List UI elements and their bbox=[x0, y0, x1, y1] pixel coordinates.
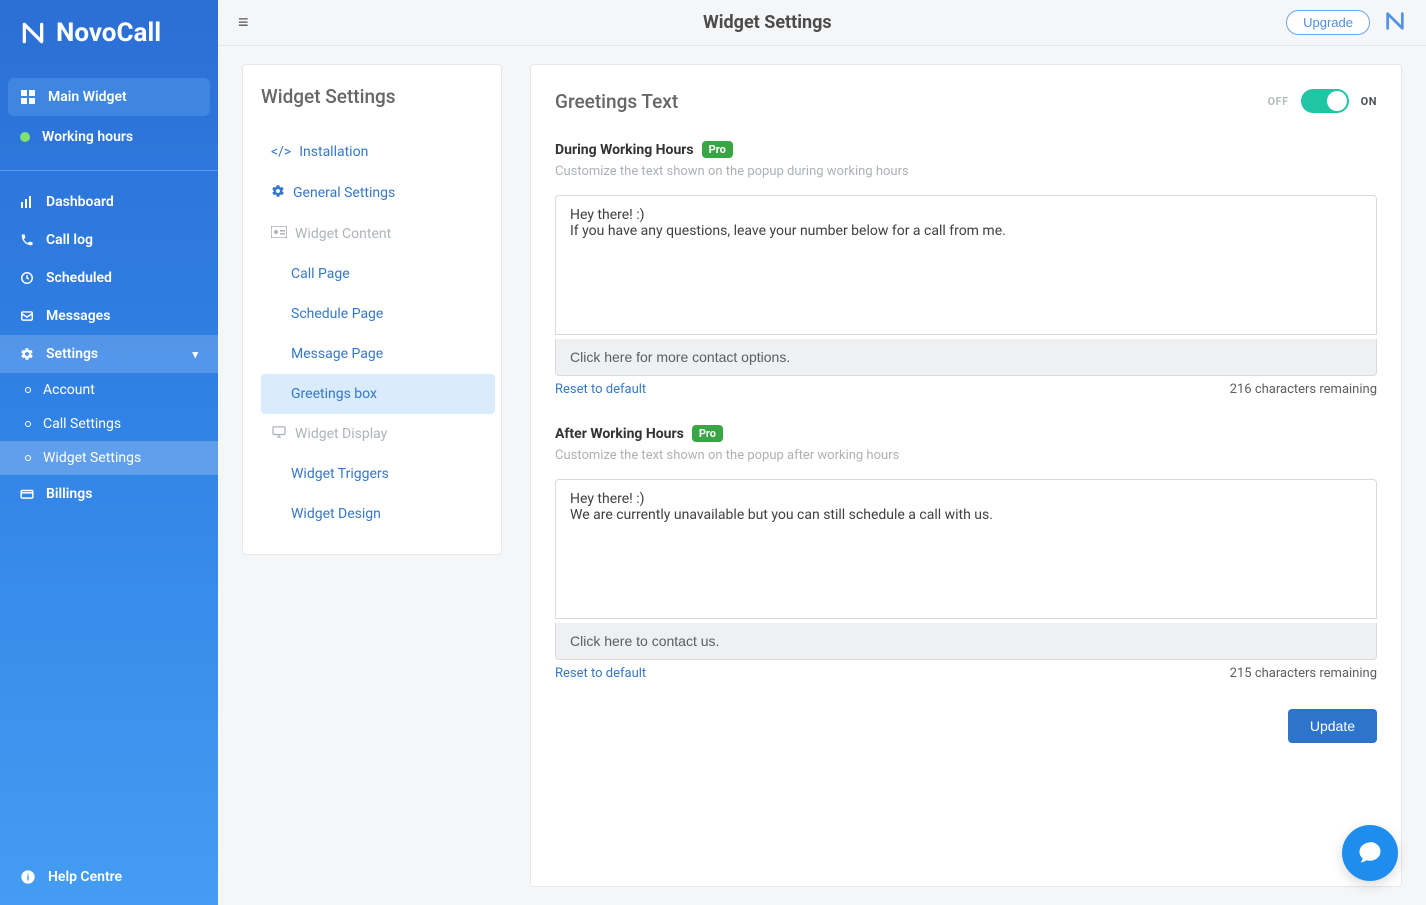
monitor-icon bbox=[271, 426, 287, 442]
ws-nav-label: Widget Content bbox=[295, 226, 391, 242]
ws-nav-design[interactable]: Widget Design bbox=[261, 494, 495, 534]
pro-badge: Pro bbox=[692, 425, 723, 442]
during-contact-input[interactable] bbox=[555, 339, 1377, 376]
ws-nav-display-header: Widget Display bbox=[261, 414, 495, 454]
widget-settings-nav: Widget Settings </> Installation General… bbox=[242, 64, 502, 555]
after-reset-link[interactable]: Reset to default bbox=[555, 666, 646, 681]
after-contact-input[interactable] bbox=[555, 623, 1377, 660]
topbar: ≡ Widget Settings Upgrade bbox=[218, 0, 1426, 46]
brand-logo[interactable]: NovoCall bbox=[0, 0, 218, 70]
novocall-icon[interactable] bbox=[1384, 10, 1406, 36]
ws-nav-greetings-box[interactable]: Greetings box bbox=[261, 374, 495, 414]
during-char-count: 216 characters remaining bbox=[1230, 382, 1377, 397]
sidebar-item-billings[interactable]: Billings bbox=[0, 475, 218, 513]
sidebar-item-dashboard[interactable]: Dashboard bbox=[0, 183, 218, 221]
after-char-count: 215 characters remaining bbox=[1230, 666, 1377, 681]
sidebar-item-label: Call Settings bbox=[43, 416, 121, 432]
novocall-icon bbox=[20, 20, 46, 46]
grid-icon bbox=[20, 90, 36, 104]
brand-name: NovoCall bbox=[56, 18, 161, 48]
sidebar-item-label: Working hours bbox=[42, 129, 133, 145]
during-reset-link[interactable]: Reset to default bbox=[555, 382, 646, 397]
info-icon: i bbox=[20, 869, 36, 885]
circle-icon bbox=[25, 421, 31, 427]
ws-nav-call-page[interactable]: Call Page bbox=[261, 254, 495, 294]
ws-nav-label: General Settings bbox=[293, 185, 395, 201]
toggle-on-label: ON bbox=[1361, 95, 1377, 108]
sidebar-sub-widget-settings[interactable]: Widget Settings bbox=[0, 441, 218, 475]
sidebar-item-working-hours[interactable]: Working hours bbox=[8, 118, 210, 156]
card-icon bbox=[20, 487, 34, 501]
ws-nav-message-page[interactable]: Message Page bbox=[261, 334, 495, 374]
page-title: Widget Settings bbox=[249, 12, 1287, 33]
greetings-toggle[interactable] bbox=[1301, 89, 1349, 113]
sidebar-item-label: Settings bbox=[46, 346, 98, 362]
ws-nav-label: Widget Display bbox=[295, 426, 387, 442]
code-icon: </> bbox=[271, 144, 291, 160]
ws-nav-general[interactable]: General Settings bbox=[261, 172, 495, 214]
sidebar-item-label: Dashboard bbox=[46, 194, 114, 210]
sidebar-item-main-widget[interactable]: Main Widget bbox=[8, 78, 210, 116]
sidebar-item-label: Call log bbox=[46, 232, 93, 248]
id-icon bbox=[271, 226, 287, 242]
sidebar: NovoCall Main Widget Working hours Dashb… bbox=[0, 0, 218, 905]
sidebar-item-label: Help Centre bbox=[48, 869, 122, 885]
ws-nav-label: Installation bbox=[299, 144, 368, 160]
upgrade-button[interactable]: Upgrade bbox=[1286, 10, 1370, 35]
sidebar-item-messages[interactable]: Messages bbox=[0, 297, 218, 335]
ws-nav-installation[interactable]: </> Installation bbox=[261, 132, 495, 172]
menu-toggle-icon[interactable]: ≡ bbox=[238, 12, 249, 33]
chart-icon bbox=[20, 195, 34, 209]
pro-badge: Pro bbox=[702, 141, 733, 158]
ws-nav-schedule-page[interactable]: Schedule Page bbox=[261, 294, 495, 334]
sidebar-sub-account[interactable]: Account bbox=[0, 373, 218, 407]
inbox-icon bbox=[20, 309, 34, 323]
panel-title: Greetings Text bbox=[555, 90, 678, 113]
chat-icon bbox=[1356, 839, 1384, 867]
update-button[interactable]: Update bbox=[1288, 709, 1377, 743]
sidebar-item-label: Main Widget bbox=[48, 89, 127, 105]
toggle-off-label: OFF bbox=[1267, 95, 1288, 108]
svg-text:i: i bbox=[27, 872, 29, 883]
status-dot-icon bbox=[20, 132, 30, 142]
sidebar-item-scheduled[interactable]: Scheduled bbox=[0, 259, 218, 297]
ws-nav-content-header: Widget Content bbox=[261, 214, 495, 254]
sidebar-item-settings[interactable]: Settings ▾ bbox=[0, 335, 218, 373]
panel-title: Widget Settings bbox=[261, 85, 495, 108]
during-textarea[interactable] bbox=[555, 195, 1377, 335]
circle-icon bbox=[25, 455, 31, 461]
sidebar-item-help[interactable]: i Help Centre bbox=[0, 849, 218, 905]
gear-icon bbox=[20, 347, 34, 361]
after-desc: Customize the text shown on the popup af… bbox=[555, 448, 1377, 463]
after-textarea[interactable] bbox=[555, 479, 1377, 619]
ws-nav-triggers[interactable]: Widget Triggers bbox=[261, 454, 495, 494]
sidebar-item-label: Billings bbox=[46, 486, 92, 502]
sidebar-item-label: Messages bbox=[46, 308, 110, 324]
clock-icon bbox=[20, 271, 34, 285]
during-label: During Working Hours bbox=[555, 142, 694, 158]
circle-icon bbox=[25, 387, 31, 393]
greetings-panel: Greetings Text OFF ON During Working Hou… bbox=[530, 64, 1402, 887]
sidebar-item-label: Scheduled bbox=[46, 270, 112, 286]
phone-icon bbox=[20, 233, 34, 247]
sidebar-item-call-log[interactable]: Call log bbox=[0, 221, 218, 259]
gear-icon bbox=[271, 184, 285, 202]
sidebar-item-label: Account bbox=[43, 382, 95, 398]
chevron-down-icon: ▾ bbox=[192, 348, 198, 361]
after-label: After Working Hours bbox=[555, 426, 684, 442]
chat-fab[interactable] bbox=[1342, 825, 1398, 881]
sidebar-sub-call-settings[interactable]: Call Settings bbox=[0, 407, 218, 441]
during-desc: Customize the text shown on the popup du… bbox=[555, 164, 1377, 179]
sidebar-item-label: Widget Settings bbox=[43, 450, 141, 466]
